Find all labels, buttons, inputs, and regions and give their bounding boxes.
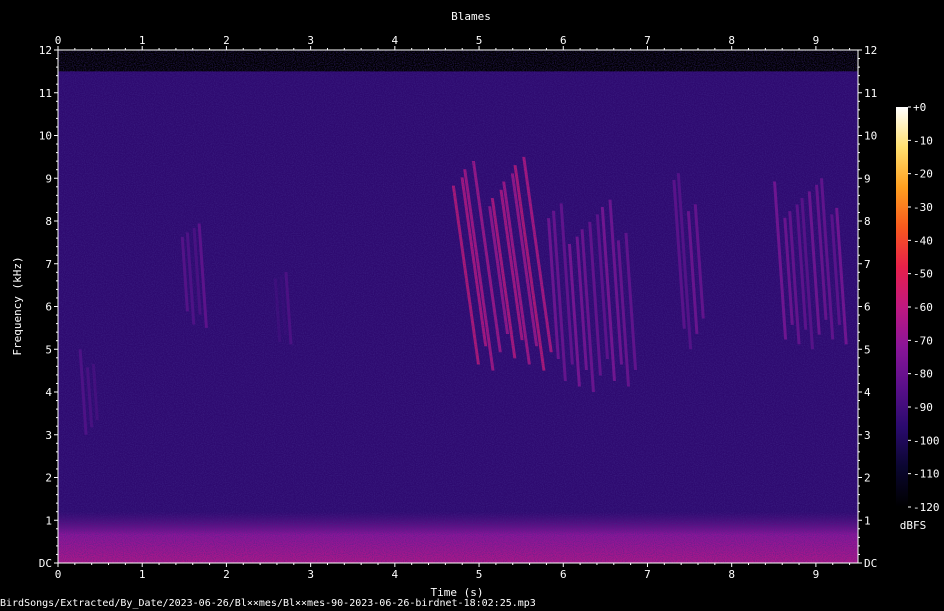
colorbar-tick-label: -80	[913, 368, 933, 381]
x-tick-label: 8	[728, 568, 735, 581]
y-tick-label: 12	[39, 44, 52, 57]
y-tick-label: 10	[864, 130, 877, 143]
colorbar-tick-label: -90	[913, 401, 933, 414]
y-axis-right: DC123456789101112	[858, 44, 877, 570]
colorbar-tick-label: -20	[913, 168, 933, 181]
x-tick-label: 5	[476, 34, 483, 47]
y-tick-label: 3	[45, 429, 52, 442]
chart-title: Blames	[451, 10, 491, 23]
x-tick-label: 4	[392, 568, 399, 581]
x-tick-label: 0	[55, 568, 62, 581]
y-tick-label: 5	[45, 343, 52, 356]
x-tick-label: 2	[223, 34, 230, 47]
y-tick-label: 7	[864, 258, 871, 271]
colorbar-ticks: +0 -10 -20 -30 -40 -50 -60 -70 -80 -90 -100 -110 -12…	[908, 101, 940, 514]
y-tick-label: 7	[45, 258, 52, 271]
x-tick-label: 5	[476, 568, 483, 581]
colorbar-gradient	[896, 107, 908, 507]
y-tick-label: 4	[864, 386, 871, 399]
colorbar: +0 -10 -20 -30 -40 -50 -60 -70 -80 -90 -100 -110 -12…	[896, 101, 940, 532]
y-tick-label: 6	[45, 301, 52, 314]
colorbar-tick-label: -50	[913, 268, 933, 281]
x-tick-label: 6	[560, 34, 567, 47]
x-tick-label: 7	[644, 568, 651, 581]
x-axis-top: 0 1 2 3 4 5 6 7 8 9	[55, 34, 851, 50]
x-tick-label: 9	[813, 34, 820, 47]
x-axis-bottom: 0 1 2 3 4 5 6 7 8 9	[55, 563, 851, 581]
x-tick-label: 1	[139, 34, 146, 47]
x-tick-label: 1	[139, 568, 146, 581]
y-tick-label: 8	[45, 215, 52, 228]
y-tick-label: 9	[864, 172, 871, 185]
y-tick-label: 12	[864, 44, 877, 57]
colorbar-tick-label: -70	[913, 334, 933, 347]
y-tick-label: DC	[864, 557, 877, 570]
y-tick-label: 11	[39, 87, 52, 100]
colorbar-label: dBFS	[900, 519, 927, 532]
y-tick-label: 1	[45, 514, 52, 527]
x-tick-label: 8	[728, 34, 735, 47]
x-tick-label: 4	[392, 34, 399, 47]
y-tick-label: 3	[864, 429, 871, 442]
x-tick-label: 9	[813, 568, 820, 581]
colorbar-tick-label: -120	[913, 501, 940, 514]
x-tick-label: 3	[307, 34, 314, 47]
x-tick-label: 6	[560, 568, 567, 581]
y-tick-label: 5	[864, 343, 871, 356]
colorbar-tick-label: -60	[913, 301, 933, 314]
colorbar-tick-label: -30	[913, 201, 933, 214]
y-axis-label: Frequency (kHz)	[11, 256, 24, 355]
colorbar-tick-label: +0	[913, 101, 926, 114]
noise-overlay	[58, 50, 858, 563]
y-tick-label: 2	[864, 472, 871, 485]
file-caption: BirdSongs/Extracted/By_Date/2023-06-26/B…	[0, 598, 536, 609]
y-axis-left: DC123456789101112	[39, 44, 58, 570]
y-tick-label: DC	[39, 557, 52, 570]
y-tick-label: 8	[864, 215, 871, 228]
x-tick-label: 3	[307, 568, 314, 581]
y-tick-label: 9	[45, 172, 52, 185]
x-tick-label: 0	[55, 34, 62, 47]
y-tick-label: 2	[45, 472, 52, 485]
colorbar-tick-label: -100	[913, 434, 940, 447]
y-tick-label: 6	[864, 301, 871, 314]
colorbar-tick-label: -110	[913, 468, 940, 481]
colorbar-tick-label: -40	[913, 234, 933, 247]
y-tick-label: 10	[39, 130, 52, 143]
x-tick-label: 7	[644, 34, 651, 47]
y-tick-label: 4	[45, 386, 52, 399]
y-tick-label: 11	[864, 87, 877, 100]
colorbar-tick-label: -10	[913, 134, 933, 147]
plot-area	[57, 49, 859, 564]
x-tick-label: 2	[223, 568, 230, 581]
y-tick-label: 1	[864, 514, 871, 527]
spectrogram-chart: Blames 0123456789 0123456789 DC123456789…	[11, 10, 940, 599]
